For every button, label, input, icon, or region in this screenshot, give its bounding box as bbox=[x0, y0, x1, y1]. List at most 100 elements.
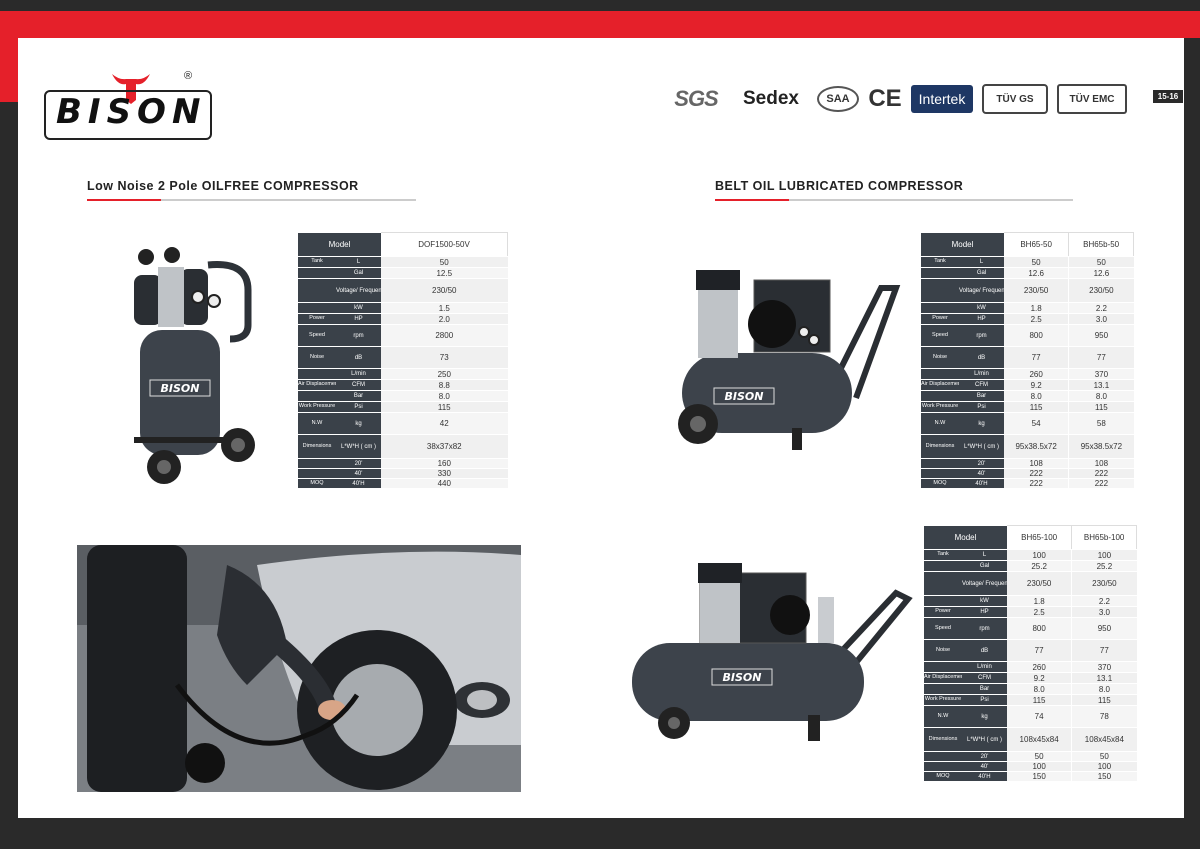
spec-header-row: Model BH65-100 BH65b-100 bbox=[924, 525, 1137, 550]
spec-row-unit: Bar bbox=[959, 390, 1005, 402]
spec-header-label: Model bbox=[924, 525, 1008, 550]
spec-row-unit: 40'H bbox=[962, 771, 1008, 782]
spec-row-unit: Voltage/ Frequency V/Hz bbox=[336, 278, 382, 303]
spec-row-label bbox=[298, 390, 336, 402]
spec-row: Voltage/ Frequency V/Hz230/50230/50 bbox=[921, 278, 1134, 303]
spec-value: 74 bbox=[1007, 705, 1072, 728]
spec-value: 222 bbox=[1004, 468, 1069, 479]
spec-row-unit: Psi bbox=[959, 401, 1005, 413]
svg-text:BISON: BISON bbox=[725, 390, 764, 403]
spec-value: 1.8 bbox=[1004, 302, 1069, 314]
spec-row-label bbox=[298, 468, 336, 479]
spec-row: Power HP 2.5 3.0 bbox=[924, 606, 1137, 618]
spec-row-label: Power bbox=[298, 313, 336, 325]
spec-row: kW 1.8 2.2 bbox=[924, 595, 1137, 607]
spec-row-label bbox=[921, 278, 959, 303]
spec-row: L/min 260 370 bbox=[924, 661, 1137, 673]
spec-model-name: BH65b-50 bbox=[1068, 232, 1134, 257]
spec-row-unit: Voltage/ Frequency V/Hz bbox=[962, 571, 1008, 596]
spec-value: 73 bbox=[381, 346, 508, 369]
spec-value: 78 bbox=[1071, 705, 1137, 728]
spec-value: 38x37x82 bbox=[381, 434, 508, 459]
spec-row-label: Noise bbox=[924, 639, 962, 662]
spec-value: 12.6 bbox=[1068, 267, 1134, 279]
spec-value: 77 bbox=[1071, 639, 1137, 662]
spec-value: 440 bbox=[381, 478, 508, 489]
spec-value: 950 bbox=[1068, 324, 1134, 347]
spec-row-label: Speed bbox=[921, 324, 959, 347]
spec-row: Speed rpm 800 950 bbox=[921, 324, 1134, 347]
spec-row-label: Dimensions bbox=[921, 434, 959, 459]
spec-header-label: Model bbox=[298, 232, 382, 257]
spec-row-label: Tank bbox=[298, 256, 336, 268]
spec-value: 250 bbox=[381, 368, 508, 380]
spec-row: Work Pressure Psi 115 115 bbox=[924, 694, 1137, 706]
left-spec-table: Model DOF1500-50V Tank L 50 Gal 12.5 Voltage/ F… bbox=[298, 232, 509, 489]
right-spec-table-100l: Model BH65-100 BH65b-100 Tank L 100 100 Gal 25.2… bbox=[924, 525, 1137, 782]
spec-row-unit: L bbox=[959, 256, 1005, 268]
logo-wordmark: BISON bbox=[56, 92, 207, 132]
spec-row: N.W kg 74 78 bbox=[924, 705, 1137, 728]
spec-row-label bbox=[921, 458, 959, 469]
svg-text:BISON: BISON bbox=[161, 382, 200, 395]
left-title-underline bbox=[87, 199, 416, 201]
spec-row-label bbox=[924, 661, 962, 673]
spec-row: Noise dB 73 bbox=[298, 346, 508, 369]
spec-value: 2.5 bbox=[1004, 313, 1069, 325]
spec-model-name: BH65-100 bbox=[1007, 525, 1073, 550]
spec-row-unit: L bbox=[962, 549, 1008, 561]
spec-row-unit: 20' bbox=[962, 751, 1008, 762]
spec-value: 12.5 bbox=[381, 267, 508, 279]
spec-model-name: BH65-50 bbox=[1004, 232, 1070, 257]
spec-row: L/min 250 bbox=[298, 368, 508, 380]
spec-row: Air Displacement CFM 9.2 13.1 bbox=[921, 379, 1134, 391]
spec-row-label: MOQ bbox=[298, 478, 336, 489]
spec-value: 25.2 bbox=[1071, 560, 1137, 572]
spec-row-label: N.W bbox=[921, 412, 959, 435]
spec-row: Tank L 100 100 bbox=[924, 549, 1137, 561]
intertek-logo: Intertek bbox=[911, 85, 973, 113]
spec-row: MOQ 40'H 150 150 bbox=[924, 771, 1137, 782]
spec-value: 9.2 bbox=[1007, 672, 1072, 684]
spec-value: 100 bbox=[1071, 549, 1137, 561]
spec-row-label bbox=[298, 368, 336, 380]
spec-row-label: Dimensions bbox=[298, 434, 336, 459]
spec-header-label: Model bbox=[921, 232, 1005, 257]
spec-value: 222 bbox=[1068, 478, 1134, 489]
spec-value: 100 bbox=[1007, 761, 1072, 772]
spec-row: kW 1.8 2.2 bbox=[921, 302, 1134, 314]
left-red-band bbox=[0, 38, 18, 102]
spec-row-label bbox=[924, 683, 962, 695]
spec-row-unit: L*W*H ( cm ) bbox=[962, 727, 1008, 752]
spec-row-label bbox=[921, 302, 959, 314]
spec-value: 160 bbox=[381, 458, 508, 469]
spec-value: 222 bbox=[1068, 468, 1134, 479]
spec-value: 115 bbox=[381, 401, 508, 413]
spec-value: 77 bbox=[1004, 346, 1069, 369]
spec-row: Speed rpm 2800 bbox=[298, 324, 508, 347]
spec-row: 20' 160 bbox=[298, 458, 508, 469]
spec-row-label: Power bbox=[924, 606, 962, 618]
spec-row-label: Speed bbox=[298, 324, 336, 347]
spec-row-label bbox=[921, 368, 959, 380]
sgs-logo: SGS bbox=[674, 86, 718, 111]
spec-row-label: Power bbox=[921, 313, 959, 325]
right-spec-table-50l: Model BH65-50 BH65b-50 Tank L 50 50 Gal 12.6 12.6… bbox=[921, 232, 1134, 489]
spec-row-label bbox=[298, 278, 336, 303]
vertical-compressor-image: BISON bbox=[134, 247, 255, 484]
spec-row-unit: Psi bbox=[336, 401, 382, 413]
spec-header-row: Model BH65-50 BH65b-50 bbox=[921, 232, 1134, 257]
spec-row-unit: rpm bbox=[962, 617, 1008, 640]
spec-row-label bbox=[924, 571, 962, 596]
spec-row: 20' 108 108 bbox=[921, 458, 1134, 469]
spec-value: 2.2 bbox=[1068, 302, 1134, 314]
spec-row-unit: dB bbox=[336, 346, 382, 369]
svg-text:BISON: BISON bbox=[723, 671, 762, 684]
spec-row: Dimensions L*W*H ( cm ) 108x45x84 108x45x84 bbox=[924, 727, 1137, 752]
spec-value: 3.0 bbox=[1071, 606, 1137, 618]
spec-row-label bbox=[924, 560, 962, 572]
spec-value: 260 bbox=[1007, 661, 1072, 673]
spec-value: 370 bbox=[1071, 661, 1137, 673]
spec-row: Bar 8.0 8.0 bbox=[924, 683, 1137, 695]
sedex-logo: Sedex bbox=[743, 88, 799, 109]
